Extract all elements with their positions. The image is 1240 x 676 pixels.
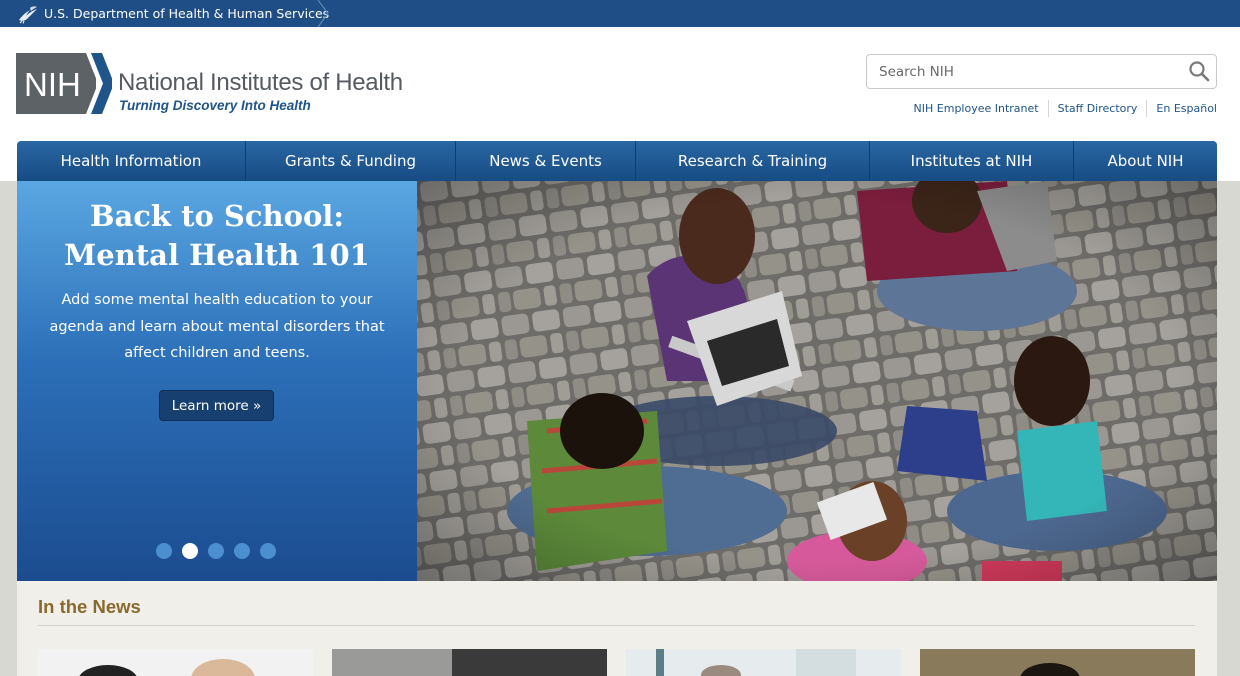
- nav-news-events[interactable]: News & Events: [455, 141, 635, 181]
- search-icon: [1189, 60, 1210, 81]
- logo-badge-text: NIH: [24, 66, 81, 103]
- hero-carousel: Back to School: Mental Health 101 Add so…: [17, 181, 1217, 581]
- divider: [38, 625, 1195, 626]
- hhs-link[interactable]: U.S. Department of Health & Human Servic…: [0, 0, 332, 27]
- search-input[interactable]: [867, 55, 1177, 88]
- carousel-dots: [156, 543, 276, 559]
- hhs-eagle-icon: [19, 5, 37, 24]
- hero-title: Back to School: Mental Health 101: [17, 197, 417, 275]
- main-nav: Health Information Grants & Funding News…: [17, 141, 1217, 181]
- search-box: [866, 54, 1217, 89]
- hero-panel: Back to School: Mental Health 101 Add so…: [17, 181, 417, 581]
- nav-about[interactable]: About NIH: [1073, 141, 1217, 181]
- logo-title: National Institutes of Health: [118, 69, 403, 96]
- news-thumbnail-3[interactable]: [626, 649, 901, 676]
- news-thumbnail-2[interactable]: [332, 649, 607, 676]
- carousel-dot-5[interactable]: [260, 543, 276, 559]
- news-section: In the News: [17, 581, 1217, 676]
- hero-title-line2: Mental Health 101: [64, 238, 370, 272]
- news-heading: In the News: [38, 596, 141, 617]
- nav-institutes[interactable]: Institutes at NIH: [869, 141, 1073, 181]
- carousel-dot-1[interactable]: [156, 543, 172, 559]
- carousel-dot-4[interactable]: [234, 543, 250, 559]
- hhs-bar: U.S. Department of Health & Human Servic…: [0, 0, 1240, 27]
- search-button[interactable]: [1186, 59, 1212, 85]
- nav-research-training[interactable]: Research & Training: [635, 141, 869, 181]
- hero-photo[interactable]: [417, 181, 1217, 581]
- hero-title-line1: Back to School:: [89, 199, 345, 233]
- intranet-link[interactable]: NIH Employee Intranet: [914, 102, 1039, 115]
- carousel-dot-3[interactable]: [208, 543, 224, 559]
- nih-badge-icon: NIH: [16, 53, 112, 114]
- espanol-link[interactable]: En Español: [1156, 102, 1217, 115]
- carousel-dot-2[interactable]: [182, 543, 198, 559]
- news-thumbnail-1[interactable]: [38, 649, 313, 676]
- logo-tagline: Turning Discovery Into Health: [119, 98, 311, 113]
- nav-health-information[interactable]: Health Information: [17, 141, 245, 181]
- news-thumbnail-4[interactable]: [920, 649, 1195, 676]
- divider: [1047, 100, 1049, 117]
- staff-directory-link[interactable]: Staff Directory: [1058, 102, 1138, 115]
- nih-logo[interactable]: NIH National Institutes of Health Turnin…: [16, 53, 416, 115]
- hhs-chevron-icon: [317, 0, 329, 27]
- hero-text: Add some mental health education to your…: [49, 292, 385, 361]
- nav-grants-funding[interactable]: Grants & Funding: [245, 141, 455, 181]
- divider: [1146, 100, 1148, 117]
- learn-more-button[interactable]: Learn more »: [159, 390, 274, 421]
- utility-links: NIH Employee Intranet Staff Directory En…: [914, 100, 1217, 117]
- hhs-label: U.S. Department of Health & Human Servic…: [44, 6, 330, 21]
